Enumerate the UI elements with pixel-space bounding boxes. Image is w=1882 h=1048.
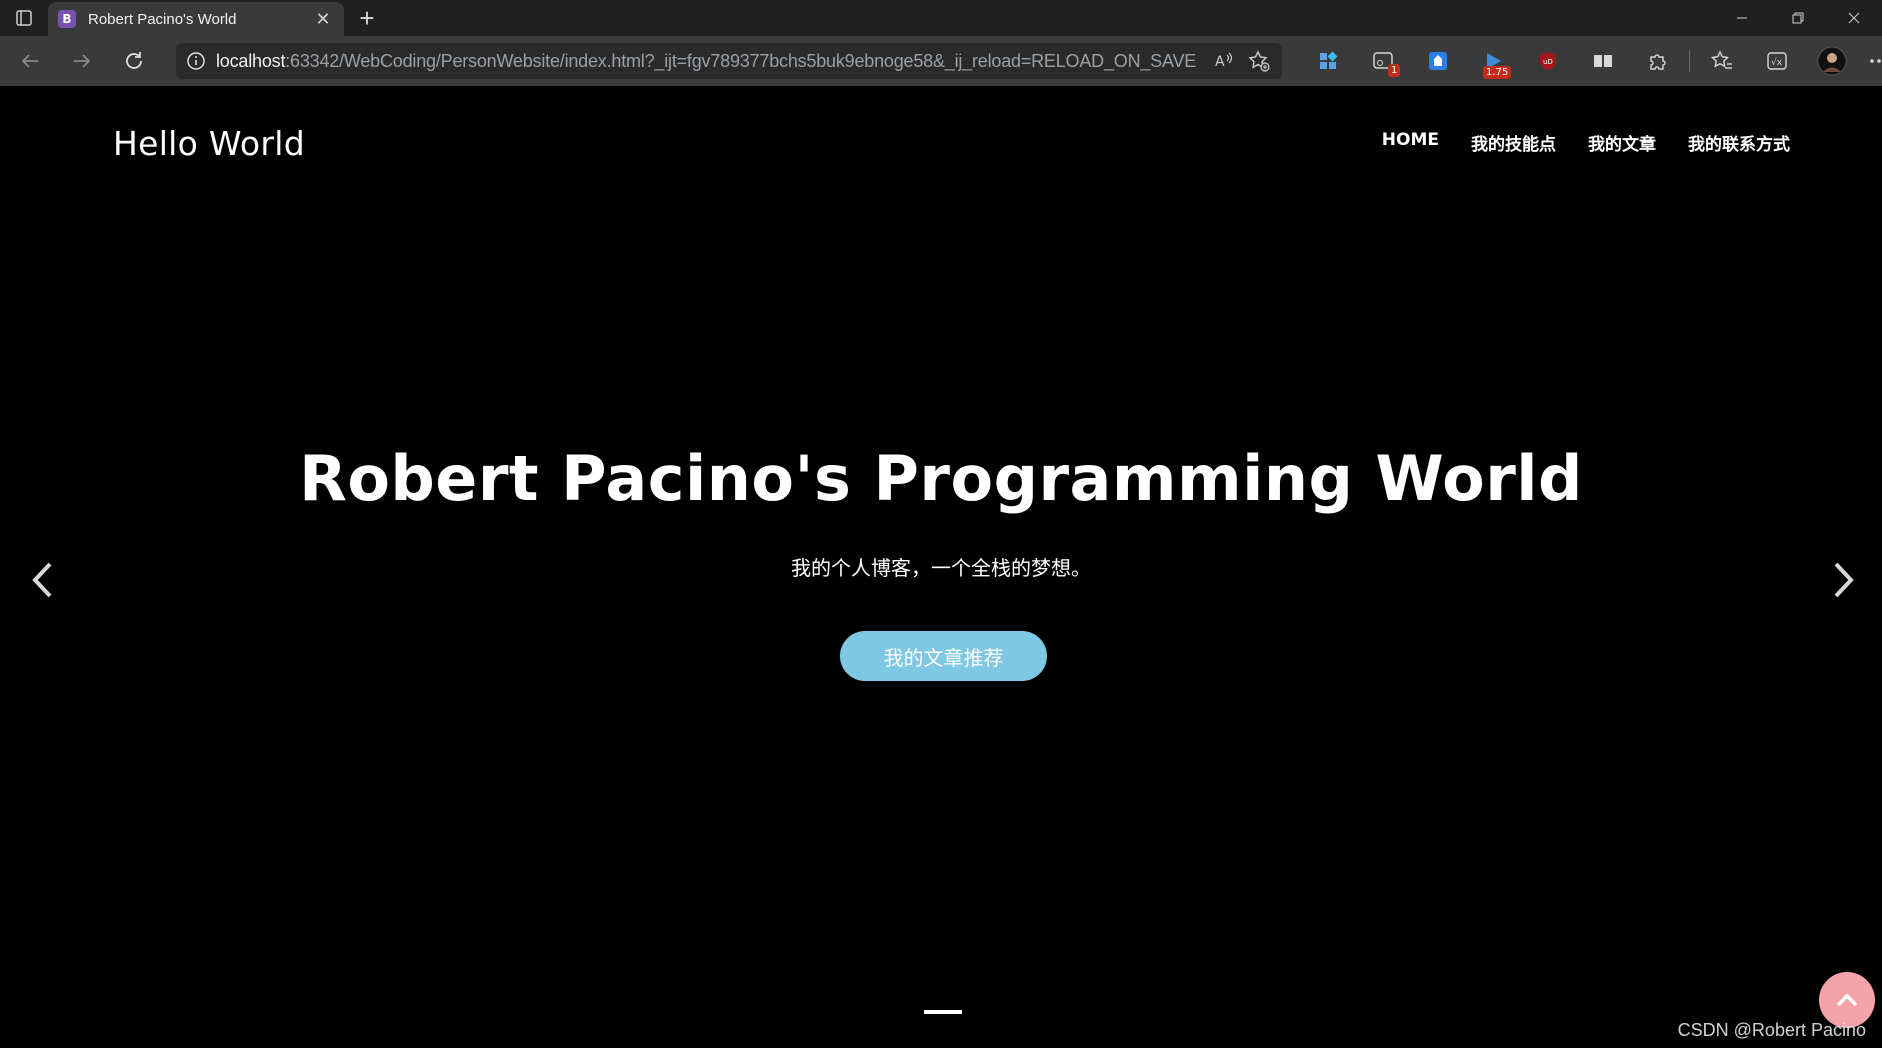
- url-path: :63342/WebCoding/PersonWebsite/index.htm…: [285, 50, 1197, 71]
- extension-button-2[interactable]: [1410, 36, 1465, 86]
- minimize-icon: [1737, 17, 1747, 19]
- site-info-button[interactable]: [176, 51, 216, 71]
- restore-icon: [1792, 12, 1804, 24]
- extension-badge: 1: [1388, 64, 1401, 77]
- puzzle-icon: [1649, 54, 1666, 70]
- nav-skills[interactable]: 我的技能点: [1471, 130, 1556, 155]
- math-solver-button[interactable]: √x: [1749, 36, 1804, 86]
- forward-button[interactable]: [56, 36, 108, 86]
- apps-icon: [1319, 51, 1337, 69]
- add-favorite-icon[interactable]: [1248, 50, 1270, 72]
- url-host: localhost: [216, 50, 286, 71]
- profile-button[interactable]: [1804, 36, 1859, 86]
- extensions-row: 1 1.75 uD √x: [1300, 36, 1882, 86]
- tab-close-icon[interactable]: ✕: [312, 9, 334, 30]
- nav-articles[interactable]: 我的文章: [1588, 130, 1656, 155]
- chevron-up-icon: [1836, 993, 1858, 1007]
- favorites-button[interactable]: [1694, 36, 1749, 86]
- watermark-text: CSDN @Robert Pacino: [1677, 1020, 1866, 1040]
- ublock-icon: uD: [1539, 52, 1556, 70]
- more-icon: [1870, 59, 1881, 63]
- settings-more-button[interactable]: [1859, 36, 1882, 86]
- url-text[interactable]: localhost:63342/WebCoding/PersonWebsite/…: [216, 51, 1214, 72]
- read-aloud-icon[interactable]: A: [1214, 51, 1234, 71]
- speed-badge: 1.75: [1483, 66, 1512, 79]
- avatar: [1817, 46, 1846, 76]
- svg-text:A: A: [1215, 54, 1225, 70]
- refresh-icon: [126, 52, 142, 69]
- new-tab-button[interactable]: +: [344, 0, 390, 36]
- carousel-indicator[interactable]: [924, 1010, 962, 1014]
- nav-home[interactable]: HOME: [1382, 130, 1439, 155]
- minimize-button[interactable]: [1714, 0, 1770, 36]
- site-brand[interactable]: Hello World: [113, 124, 305, 163]
- apps-button[interactable]: [1300, 36, 1355, 86]
- arrow-left-icon: [21, 54, 38, 68]
- browser-tabbar: B Robert Pacino's World ✕ +: [0, 0, 1882, 36]
- extension-button-1[interactable]: 1: [1355, 36, 1410, 86]
- close-window-button[interactable]: [1826, 0, 1882, 36]
- nav-contact[interactable]: 我的联系方式: [1688, 130, 1790, 155]
- extension-icon: [1428, 52, 1447, 70]
- arrow-right-icon: [74, 54, 91, 68]
- window-controls: [1714, 0, 1882, 36]
- close-icon: [1848, 12, 1860, 24]
- address-bar[interactable]: localhost:63342/WebCoding/PersonWebsite/…: [176, 43, 1282, 79]
- favicon-icon: B: [58, 10, 76, 28]
- extensions-button[interactable]: [1630, 36, 1685, 86]
- svg-text:uD: uD: [1543, 58, 1553, 66]
- toolbar-separator: [1689, 50, 1690, 72]
- reading-icon: [1593, 55, 1612, 67]
- tab-actions-button[interactable]: [0, 0, 48, 36]
- back-button[interactable]: [4, 36, 56, 86]
- tab-actions-icon: [16, 10, 32, 26]
- refresh-button[interactable]: [108, 36, 160, 86]
- restore-button[interactable]: [1770, 0, 1826, 36]
- browser-tab-active[interactable]: B Robert Pacino's World ✕: [48, 2, 344, 36]
- svg-text:√x: √x: [1771, 57, 1783, 68]
- favorites-icon: [1710, 50, 1732, 69]
- webpage: Hello World HOME 我的技能点 我的文章 我的联系方式 Rober…: [0, 86, 1882, 1048]
- hero-subtitle: 我的个人博客，一个全栈的梦想。: [791, 556, 1091, 580]
- ublock-button[interactable]: uD: [1520, 36, 1575, 86]
- tab-title: Robert Pacino's World: [88, 10, 237, 28]
- recommended-articles-button[interactable]: 我的文章推荐: [840, 631, 1047, 681]
- reading-button[interactable]: [1575, 36, 1630, 86]
- info-icon: [187, 52, 205, 70]
- hero-title: Robert Pacino's Programming World: [299, 442, 1583, 515]
- site-nav: HOME 我的技能点 我的文章 我的联系方式: [1382, 130, 1790, 155]
- math-solver-icon: √x: [1766, 52, 1787, 70]
- video-speed-button[interactable]: 1.75: [1465, 36, 1520, 86]
